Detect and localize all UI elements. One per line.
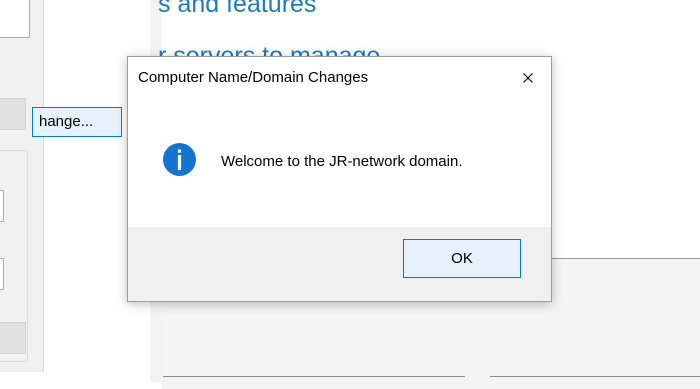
tile-divider (490, 376, 700, 377)
ok-button-background[interactable] (0, 322, 26, 354)
close-button[interactable] (505, 57, 551, 99)
network-id-button[interactable] (0, 98, 26, 130)
dialog-message: Welcome to the JR-network domain. (221, 153, 463, 170)
close-icon (523, 73, 533, 83)
domain-changes-dialog: Computer Name/Domain Changes Welcome to … (127, 56, 552, 302)
settings-field[interactable] (0, 190, 4, 222)
tile-divider (163, 376, 465, 377)
information-icon (163, 143, 196, 176)
change-button[interactable]: hange... (32, 107, 122, 137)
system-properties-window (0, 0, 44, 372)
dialog-title-bar[interactable]: Computer Name/Domain Changes (128, 57, 551, 99)
computer-description-field[interactable] (0, 0, 30, 38)
server-manager-heading-roles[interactable]: s and features (158, 0, 316, 19)
ok-button[interactable]: OK (403, 239, 521, 278)
settings-field[interactable] (0, 258, 4, 290)
dialog-title: Computer Name/Domain Changes (138, 69, 369, 86)
